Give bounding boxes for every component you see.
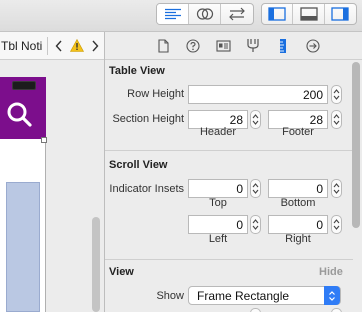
footer-height-stepper[interactable] — [331, 110, 342, 129]
jump-bar-divider — [47, 36, 48, 55]
storyboard-canvas[interactable] — [0, 61, 105, 312]
inset-top-stepper[interactable] — [250, 179, 261, 198]
section-divider — [105, 259, 353, 260]
issue-warning-button[interactable] — [69, 38, 85, 54]
inset-top-field[interactable]: 0 — [188, 179, 248, 198]
editor-mode-control — [156, 3, 254, 25]
stepper-arrows-icon — [252, 114, 259, 125]
search-icon[interactable] — [4, 99, 34, 129]
tab-identity-inspector[interactable] — [208, 36, 238, 56]
scroll-view-section-title: Scroll View — [109, 159, 168, 171]
footer-label: Footer — [282, 126, 314, 138]
inset-bottom-label: Bottom — [280, 197, 316, 209]
header-height-stepper[interactable] — [250, 110, 261, 129]
chevron-left-icon — [55, 40, 62, 51]
view-section-title: View — [109, 266, 134, 278]
canvas-scrollbar[interactable] — [92, 217, 100, 312]
header-label: Header — [199, 126, 237, 138]
inset-bottom-field[interactable]: 0 — [268, 179, 328, 198]
issue-forward-button[interactable] — [88, 36, 102, 56]
resize-handle[interactable] — [41, 137, 47, 143]
arrow-circle-icon — [306, 38, 320, 53]
identity-card-icon — [215, 39, 231, 52]
show-label: Show — [156, 290, 184, 302]
hide-section-button[interactable]: Hide — [319, 266, 343, 278]
select-arrows-icon — [324, 286, 340, 305]
window-toolbar — [0, 0, 362, 32]
inset-bottom-stepper[interactable] — [331, 179, 342, 198]
inset-right-label: Right — [285, 233, 311, 245]
inset-left-label: Left — [208, 233, 228, 245]
row-height-label: Row Height — [127, 88, 184, 100]
inset-right-stepper[interactable] — [331, 215, 342, 234]
stepper-arrows-icon — [333, 114, 340, 125]
venn-circles-icon — [196, 8, 213, 20]
stepper-arrows-icon — [252, 183, 259, 194]
issue-back-button[interactable] — [52, 36, 66, 56]
partial-stepper[interactable] — [250, 308, 261, 312]
right-panel-icon — [331, 7, 349, 21]
inset-left-field[interactable]: 0 — [188, 215, 248, 234]
utilities-toggle-button[interactable] — [325, 4, 356, 24]
battery-icon — [12, 81, 36, 90]
inset-top-label: Top — [209, 197, 227, 209]
indicator-insets-label: Indicator Insets — [109, 183, 184, 195]
partial-stepper[interactable] — [331, 308, 342, 312]
stepper-arrows-icon — [333, 219, 340, 230]
standard-editor-button[interactable] — [157, 4, 189, 24]
utilities-inspector: Table View Row Height 200 Section Height… — [105, 32, 362, 312]
table-view[interactable] — [6, 182, 40, 312]
swap-arrows-icon — [229, 7, 245, 21]
inspector-tab-bar — [105, 32, 362, 60]
assistant-editor-button[interactable] — [189, 4, 221, 24]
jump-bar: Tbl Noti — [0, 32, 105, 60]
tab-attributes-inspector[interactable] — [238, 36, 268, 56]
document-icon — [157, 38, 169, 53]
stepper-arrows-icon — [333, 183, 340, 194]
show-select-value: Frame Rectangle — [197, 289, 290, 303]
chevron-right-icon — [92, 40, 99, 51]
tab-help-inspector[interactable] — [178, 36, 208, 56]
section-divider — [105, 150, 353, 151]
align-left-lines-icon — [164, 8, 181, 20]
jump-bar-title[interactable]: Tbl Noti — [0, 39, 47, 53]
row-height-field[interactable]: 200 — [188, 85, 328, 104]
navigator-toggle-button[interactable] — [262, 4, 294, 24]
tab-connections-inspector[interactable] — [298, 36, 328, 56]
warning-icon — [70, 39, 84, 52]
view-controller-scene[interactable] — [0, 77, 47, 312]
version-editor-button[interactable] — [221, 4, 253, 24]
ruler-icon — [280, 38, 286, 53]
bottom-panel-icon — [299, 7, 318, 21]
attributes-icon — [247, 39, 259, 52]
stepper-arrows-icon — [252, 219, 259, 230]
tab-size-inspector[interactable] — [268, 36, 298, 56]
question-icon — [186, 38, 200, 53]
section-height-label: Section Height — [112, 113, 184, 125]
navigation-bar[interactable] — [0, 77, 46, 139]
table-view-section-title: Table View — [109, 65, 165, 77]
inspector-scrollbar[interactable] — [352, 62, 360, 228]
inset-left-stepper[interactable] — [250, 215, 261, 234]
left-panel-icon — [268, 7, 286, 21]
debug-toggle-button[interactable] — [293, 4, 325, 24]
panel-toggle-control — [261, 3, 357, 25]
inset-right-field[interactable]: 0 — [268, 215, 328, 234]
tab-file-inspector[interactable] — [148, 36, 178, 56]
stepper-arrows-icon — [333, 89, 340, 100]
row-height-stepper[interactable] — [331, 85, 342, 104]
show-select[interactable]: Frame Rectangle — [188, 286, 341, 305]
